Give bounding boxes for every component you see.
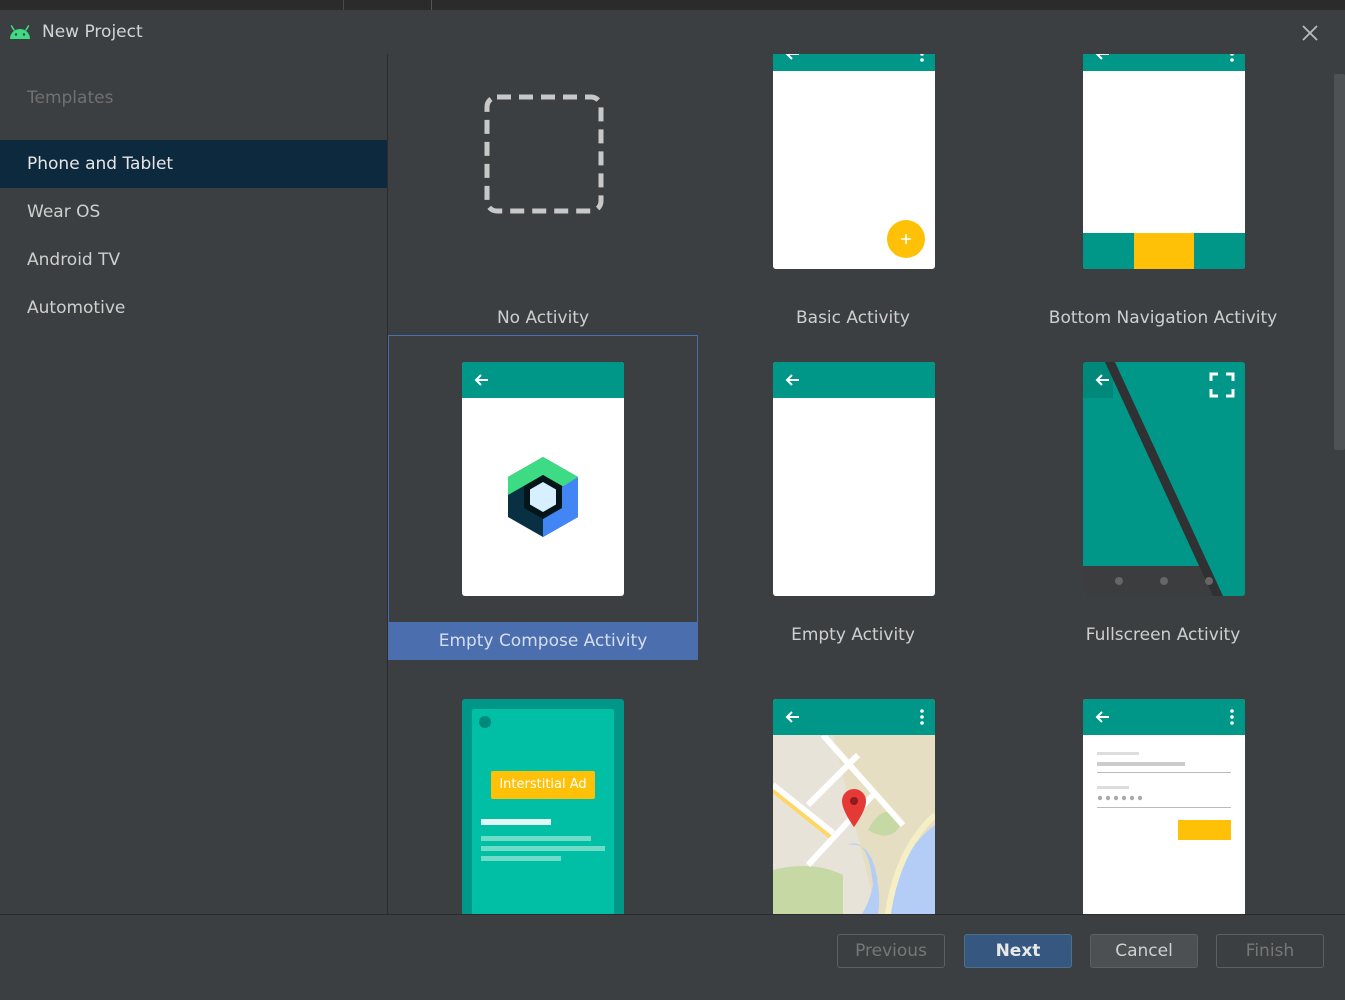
ad-text-line [481, 836, 591, 841]
sidebar-heading: Templates [27, 88, 114, 108]
template-card-interstitial-ad[interactable]: Interstitial Ad [388, 662, 698, 914]
next-button[interactable]: Next [964, 934, 1072, 968]
phone-preview [462, 362, 624, 596]
template-card-no-activity[interactable]: No Activity [388, 54, 698, 334]
new-project-dialog: New Project Templates Phone and Tablet W… [0, 10, 1345, 1000]
phone-preview [1083, 54, 1245, 269]
sidebar-item-android-tv[interactable]: Android TV [0, 236, 387, 284]
login-password-underline [1097, 807, 1231, 808]
cancel-button[interactable]: Cancel [1090, 934, 1198, 968]
dashed-square-icon [484, 94, 604, 214]
login-email-text [1097, 762, 1185, 766]
template-label: Bottom Navigation Activity [1048, 308, 1278, 328]
sidebar-item-wear-os[interactable]: Wear OS [0, 188, 387, 236]
sidebar-item-phone-and-tablet[interactable]: Phone and Tablet [0, 140, 387, 188]
previous-button[interactable]: Previous [837, 934, 945, 968]
template-card-google-maps-activity[interactable] [698, 662, 1008, 914]
interstitial-ad-badge: Interstitial Ad [491, 771, 595, 799]
ad-close-dot [479, 716, 491, 728]
template-card-basic-activity[interactable]: Basic Activity [698, 54, 1008, 334]
title-bar: New Project [0, 10, 1345, 54]
map-pin-icon [842, 789, 866, 827]
arrow-back-icon [785, 54, 799, 60]
template-label: No Activity [496, 308, 590, 328]
android-icon [10, 25, 30, 39]
sidebar-item-automotive[interactable]: Automotive [0, 284, 387, 332]
arrow-back-icon [1095, 374, 1109, 386]
jetpack-compose-icon [508, 457, 578, 537]
app-bar [773, 699, 935, 735]
arrow-back-icon [785, 374, 799, 386]
fullscreen-icon [1209, 372, 1235, 398]
template-label: Basic Activity [796, 308, 910, 328]
bottom-nav-selected-item [1134, 233, 1194, 269]
phone-preview [1083, 699, 1245, 914]
dialog-title: New Project [42, 22, 143, 42]
template-label: Fullscreen Activity [1085, 625, 1241, 645]
app-bar [462, 362, 624, 398]
app-bar [1083, 54, 1245, 71]
login-submit-preview [1178, 820, 1231, 840]
template-card-empty-compose-activity[interactable]: Empty Compose Activity [388, 335, 698, 661]
template-label: Empty Compose Activity [388, 622, 698, 660]
ad-text-line [481, 846, 605, 851]
templates-sidebar: Templates Phone and Tablet Wear OS Andro… [0, 54, 388, 914]
bottom-nav-bar [1083, 233, 1245, 269]
more-vert-icon [1230, 54, 1234, 62]
template-card-fullscreen-activity[interactable]: Fullscreen Activity [1008, 335, 1318, 661]
app-bar [1083, 699, 1245, 735]
arrow-back-icon [1095, 54, 1109, 60]
template-gallery: No Activity Basic Activity Bottom Naviga… [388, 54, 1333, 914]
phone-preview [773, 362, 935, 596]
login-hint-line [1097, 786, 1129, 789]
template-card-empty-activity[interactable]: Empty Activity [698, 335, 1008, 661]
login-hint-line [1097, 752, 1139, 755]
phone-preview: Interstitial Ad [462, 699, 624, 914]
login-password-dots [1097, 795, 1143, 801]
login-email-underline [1097, 772, 1231, 773]
more-vert-icon [1230, 709, 1234, 725]
arrow-back-icon [785, 711, 799, 723]
template-label: Empty Activity [791, 625, 915, 645]
app-bar [773, 362, 935, 398]
dialog-button-bar: Previous Next Cancel Finish [0, 914, 1345, 1000]
ad-text-line [481, 856, 561, 861]
arrow-back-icon [474, 374, 488, 386]
finish-button[interactable]: Finish [1216, 934, 1324, 968]
ad-text-line [481, 819, 551, 825]
more-vert-icon [920, 54, 924, 62]
phone-preview [773, 699, 935, 914]
template-card-bottom-navigation-activity[interactable]: Bottom Navigation Activity [1008, 54, 1318, 334]
close-icon[interactable] [1297, 20, 1323, 46]
app-bar [773, 54, 935, 71]
template-card-login-activity[interactable] [1008, 662, 1318, 914]
plus-icon [887, 220, 925, 258]
phone-preview [1083, 362, 1245, 596]
phone-preview [773, 54, 935, 269]
ad-panel: Interstitial Ad [472, 709, 614, 914]
arrow-back-icon [1095, 711, 1109, 723]
more-vert-icon [920, 709, 924, 725]
vertical-scrollbar[interactable] [1334, 74, 1345, 450]
